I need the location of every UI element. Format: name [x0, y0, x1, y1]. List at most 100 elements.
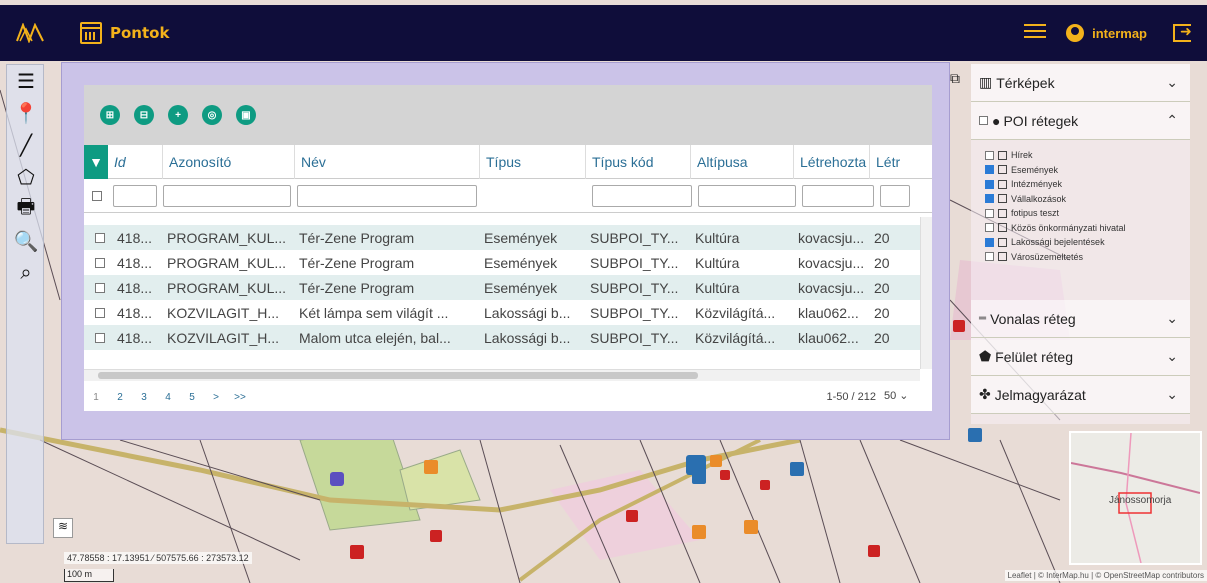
list-item[interactable]: Közös önkormányzati hivatal [985, 221, 1190, 236]
table-row[interactable]: 418... KOZVILAGIT_H... Malom utca elején… [84, 325, 920, 350]
layer-checkbox[interactable] [985, 252, 994, 262]
section-vonalas[interactable]: ═ Vonalas réteg ⌄ [971, 300, 1190, 338]
zoom-icon[interactable]: 🔍 [7, 225, 45, 257]
calculator-icon[interactable]: ▣ [236, 105, 256, 125]
vertical-scrollbar[interactable] [920, 217, 932, 369]
layers-icon[interactable]: ⧉ [950, 70, 960, 87]
cell-nev: Tér-Zene Program [299, 229, 415, 246]
row-checkbox[interactable] [95, 332, 105, 343]
menu-icon[interactable]: ☰ [7, 65, 45, 97]
section-felulet[interactable]: ⬟ Felület réteg ⌄ [971, 338, 1190, 376]
filter-altipusa-input[interactable] [698, 184, 796, 207]
page-3[interactable]: 3 [132, 392, 156, 403]
row-checkbox[interactable] [95, 232, 105, 243]
logout-icon[interactable] [1173, 23, 1192, 42]
page-5[interactable]: 5 [180, 392, 204, 403]
layer-checkbox[interactable] [985, 165, 994, 175]
filter-nev-input[interactable] [297, 184, 477, 207]
table-row[interactable]: 418... PROGRAM_KUL... Tér-Zene Program E… [84, 225, 920, 250]
col-tipus[interactable]: Típus [480, 144, 586, 179]
list-item[interactable]: fotipus teszt [985, 206, 1190, 221]
points-panel: ⊞ ⊟ + ◎ ▣ ▼ Id Azonosító Név Típus Típus… [61, 62, 950, 440]
row-checkbox[interactable] [95, 307, 105, 318]
layer-checkbox[interactable] [985, 223, 994, 233]
page-last[interactable]: >> [228, 392, 252, 403]
filter-letr-input[interactable] [880, 184, 910, 207]
list-item[interactable]: Lakossági bejelentések [985, 235, 1190, 250]
list-item[interactable]: Események [985, 163, 1190, 178]
print-icon[interactable]: 🖶 [7, 193, 45, 225]
chevron-down-icon[interactable]: ⌄ [1166, 310, 1178, 327]
zoom-area-icon[interactable]: ⌕ [7, 257, 45, 289]
cell-altipusa: Kultúra [695, 229, 740, 246]
page-2[interactable]: 2 [108, 392, 132, 403]
user-name[interactable]: intermap [1092, 26, 1147, 41]
row-checkbox[interactable] [95, 257, 105, 268]
minimap[interactable]: Jánossomorja [1069, 431, 1202, 565]
app-logo-icon[interactable] [10, 5, 50, 61]
scrollbar-thumb[interactable] [98, 372, 698, 379]
export-table-icon[interactable]: ⊟ [134, 105, 154, 125]
col-altipusa[interactable]: Altípusa [691, 144, 794, 179]
section-poi[interactable]: ● POI rétegek ⌃ [971, 102, 1190, 140]
chevron-down-icon[interactable]: ⌄ [1166, 386, 1178, 403]
cell-tipus-kod: SUBPOI_TY... [590, 279, 679, 296]
col-letr[interactable]: Létr [870, 145, 908, 179]
layer-label: Intézmények [1011, 179, 1063, 190]
filter-icon[interactable]: ▼ [84, 144, 108, 179]
grid-rows: 418... PROGRAM_KUL... Tér-Zene Program E… [84, 217, 920, 361]
cell-nev: Malom utca elején, bal... [299, 329, 451, 346]
line-icon[interactable]: ╱ [7, 129, 45, 161]
export-excel-icon[interactable]: ⊞ [100, 105, 120, 125]
page-4[interactable]: 4 [156, 392, 180, 403]
polygon-icon[interactable]: ⬠ [7, 161, 45, 193]
chevron-down-icon[interactable]: ⌄ [1166, 348, 1178, 365]
cell-nev: Tér-Zene Program [299, 279, 415, 296]
filter-azonosito-input[interactable] [163, 184, 291, 207]
col-nev[interactable]: Név [295, 144, 480, 179]
col-tipus-kod[interactable]: Típus kód [586, 144, 691, 179]
pin-icon[interactable]: 📍 [7, 97, 45, 129]
table-row[interactable]: 418... KOZVILAGIT_H... Két lámpa sem vil… [84, 300, 920, 325]
chevron-down-icon[interactable]: ⌄ [1166, 74, 1178, 91]
layer-checkbox[interactable] [985, 237, 994, 247]
filter-tipus-kod-input[interactable] [592, 184, 692, 207]
coordinates-readout: 47.78558 : 17.13951 ⁄ 507575.66 : 273573… [64, 552, 252, 564]
cell-tipus: Események [484, 229, 558, 246]
cell-nev: Tér-Zene Program [299, 254, 415, 271]
poi-checkbox[interactable] [979, 116, 988, 125]
section-jelmagyarazat[interactable]: ✤ Jelmagyarázat ⌄ [971, 376, 1190, 414]
user-icon[interactable] [1066, 24, 1085, 42]
page-next[interactable]: > [204, 392, 228, 403]
table-row[interactable]: 418... PROGRAM_KUL... Tér-Zene Program E… [84, 250, 920, 275]
col-id[interactable]: Id [108, 144, 163, 179]
pagination: 1 2 3 4 5 > >> 1-50 / 212 50 ⌄ [84, 383, 932, 411]
list-item[interactable]: Hírek [985, 148, 1190, 163]
locate-icon[interactable]: ◎ [202, 105, 222, 125]
list-item[interactable]: Intézmények [985, 177, 1190, 192]
page-1[interactable]: 1 [84, 392, 108, 403]
layer-label: Városüzemeltetés [1011, 251, 1084, 262]
layer-checkbox[interactable] [985, 208, 994, 218]
list-item[interactable]: Vállalkozások [985, 192, 1190, 207]
cell-azonosito: PROGRAM_KUL... [167, 229, 287, 246]
filter-letrehozta-input[interactable] [802, 184, 874, 207]
col-azonosito[interactable]: Azonosító [163, 144, 295, 179]
section-terkepek[interactable]: ▥ Térképek ⌄ [971, 64, 1190, 102]
layer-checkbox[interactable] [985, 194, 994, 204]
chevron-up-icon[interactable]: ⌃ [1166, 112, 1178, 129]
row-checkbox[interactable] [95, 282, 105, 293]
horizontal-scrollbar[interactable] [84, 369, 920, 381]
layers-icon[interactable]: ≋ [53, 518, 73, 538]
filter-id-input[interactable] [113, 184, 157, 207]
layer-checkbox[interactable] [985, 179, 994, 189]
add-edit-icon[interactable]: + [168, 105, 188, 125]
list-icon[interactable] [1024, 24, 1047, 42]
col-letrehozta[interactable]: Létrehozta [794, 144, 870, 179]
list-item[interactable]: Városüzemeltetés [985, 250, 1190, 265]
table-row[interactable]: 418... PROGRAM_KUL... Tér-Zene Program E… [84, 275, 920, 300]
select-all-checkbox[interactable] [92, 190, 102, 201]
page-size-select[interactable]: 50 ⌄ [884, 389, 924, 402]
calendar-icon [998, 194, 1007, 204]
layer-checkbox[interactable] [985, 150, 994, 160]
